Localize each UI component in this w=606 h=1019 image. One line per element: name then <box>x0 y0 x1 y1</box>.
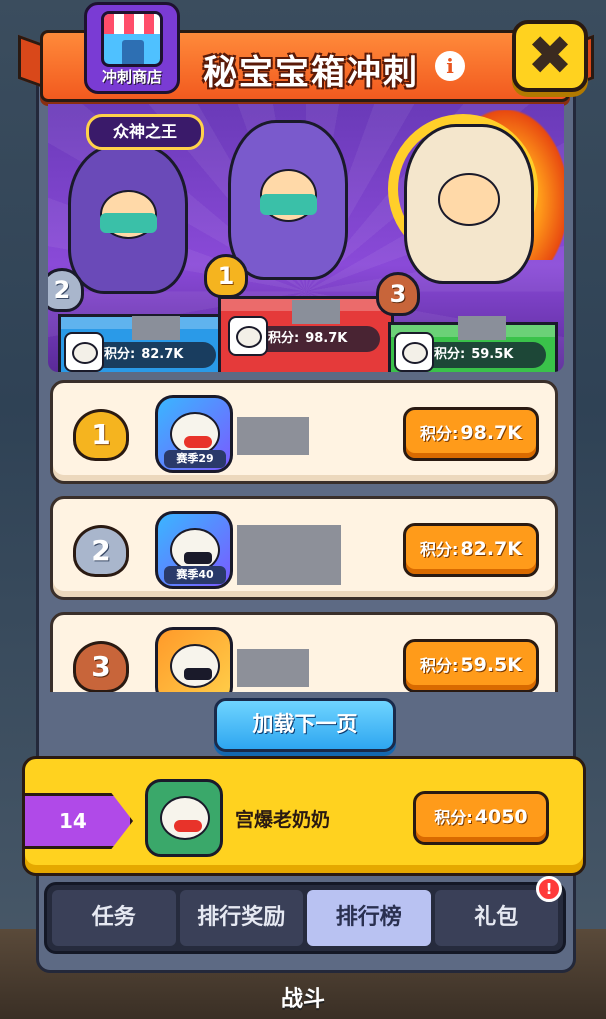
avatar[interactable] <box>145 779 223 857</box>
shop-label: 冲刺商店 <box>101 68 162 86</box>
tab-bar: 任务 排行奖励 排行榜 礼包 ! <box>44 876 566 954</box>
score-badge: 积分: 59.5K <box>403 639 539 693</box>
score-value: 59.5K <box>460 654 522 676</box>
hero-face <box>438 173 500 226</box>
score-value: 98.7K <box>460 422 522 444</box>
page-title: 秘宝宝箱冲刺 <box>203 53 419 93</box>
score-value: 82.7K <box>141 347 184 362</box>
my-rank-badge: 14 <box>25 793 133 849</box>
avatar[interactable]: 赛季29 <box>155 395 233 473</box>
shop-door <box>122 40 144 64</box>
hero-mask <box>259 193 317 216</box>
tab-tasks[interactable]: 任务 <box>52 890 176 946</box>
rank-badge: 1 <box>73 409 129 461</box>
podium-score-first: 积分: 98.7K <box>228 316 380 356</box>
rank-badge: 3 <box>73 641 129 693</box>
load-next-page-button[interactable]: 加载下一页 <box>214 698 396 752</box>
info-icon[interactable]: i <box>435 51 465 81</box>
rank-row-2[interactable]: 2 赛季40 积分: 82.7K <box>50 496 558 600</box>
score-value: 59.5K <box>471 347 514 362</box>
avatar[interactable]: 赛季40 <box>155 511 233 589</box>
rank-row-1[interactable]: 1 赛季29 积分: 98.7K <box>50 380 558 484</box>
season-tag: 赛季40 <box>164 566 226 584</box>
tab-gift-pack[interactable]: 礼包 ! <box>434 876 562 946</box>
battle-label: 战斗 <box>280 987 325 1012</box>
score-label: 积分: <box>419 540 459 559</box>
podium-score-third: 积分: 59.5K <box>394 332 546 372</box>
score-badge: 积分: 4050 <box>413 791 549 845</box>
score-value: 98.7K <box>305 331 348 346</box>
score-label: 积分: <box>268 331 300 346</box>
player-name-redacted <box>237 649 309 687</box>
score-badge: 积分: 82.7K <box>403 523 539 577</box>
podium-rank-first-badge: 1 <box>204 254 248 298</box>
shop-icon <box>101 11 163 67</box>
tab-label: 礼包 <box>474 905 519 930</box>
avatar-face <box>170 644 220 688</box>
podium-rank-third-badge: 3 <box>376 272 420 316</box>
score-badge: 积分: 98.7K <box>403 407 539 461</box>
podium-rank-second-badge: 2 <box>48 268 84 312</box>
score-label: 积分: <box>419 424 459 443</box>
tab-rank-rewards[interactable]: 排行奖励 <box>179 890 303 946</box>
player-name-redacted <box>237 417 309 455</box>
avatar-face <box>160 796 210 840</box>
podium: 众神之王 2 1 3 积分: 82.7K 积分: 98.7K 积分: 59.5K <box>48 104 564 372</box>
sprint-shop-button[interactable]: 冲刺商店 <box>84 2 180 94</box>
season-tag: 赛季29 <box>164 450 226 468</box>
hero-mask <box>99 213 157 234</box>
podium-score-second: 积分: 82.7K <box>64 332 216 372</box>
crown-title-badge: 众神之王 <box>86 114 204 150</box>
score-label: 积分: <box>419 656 459 675</box>
close-button[interactable]: ✖ <box>512 20 588 92</box>
hero-second-place[interactable] <box>68 144 188 294</box>
podium-name-redacted-third <box>458 316 506 340</box>
podium-name-redacted-first <box>292 300 340 324</box>
rank-badge: 2 <box>73 525 129 577</box>
score-value: 4050 <box>474 806 528 828</box>
podium-name-redacted-second <box>132 316 180 340</box>
avatar <box>394 332 434 372</box>
score-label: 积分: <box>104 347 136 362</box>
my-player-name: 宫爆老奶奶 <box>235 809 331 831</box>
my-rank-bar: 14 宫爆老奶奶 积分: 4050 <box>22 756 586 876</box>
score-value: 82.7K <box>460 538 522 560</box>
score-label: 积分: <box>434 347 466 362</box>
avatar <box>228 316 268 356</box>
hero-first-place[interactable] <box>228 120 348 280</box>
tab-leaderboard[interactable]: 排行榜 <box>307 890 431 946</box>
shop-awning <box>104 14 160 34</box>
score-label: 积分: <box>434 808 473 827</box>
player-name-redacted <box>237 525 341 585</box>
hero-third-place[interactable] <box>404 124 534 284</box>
notification-badge-icon: ! <box>536 876 562 902</box>
avatar <box>64 332 104 372</box>
